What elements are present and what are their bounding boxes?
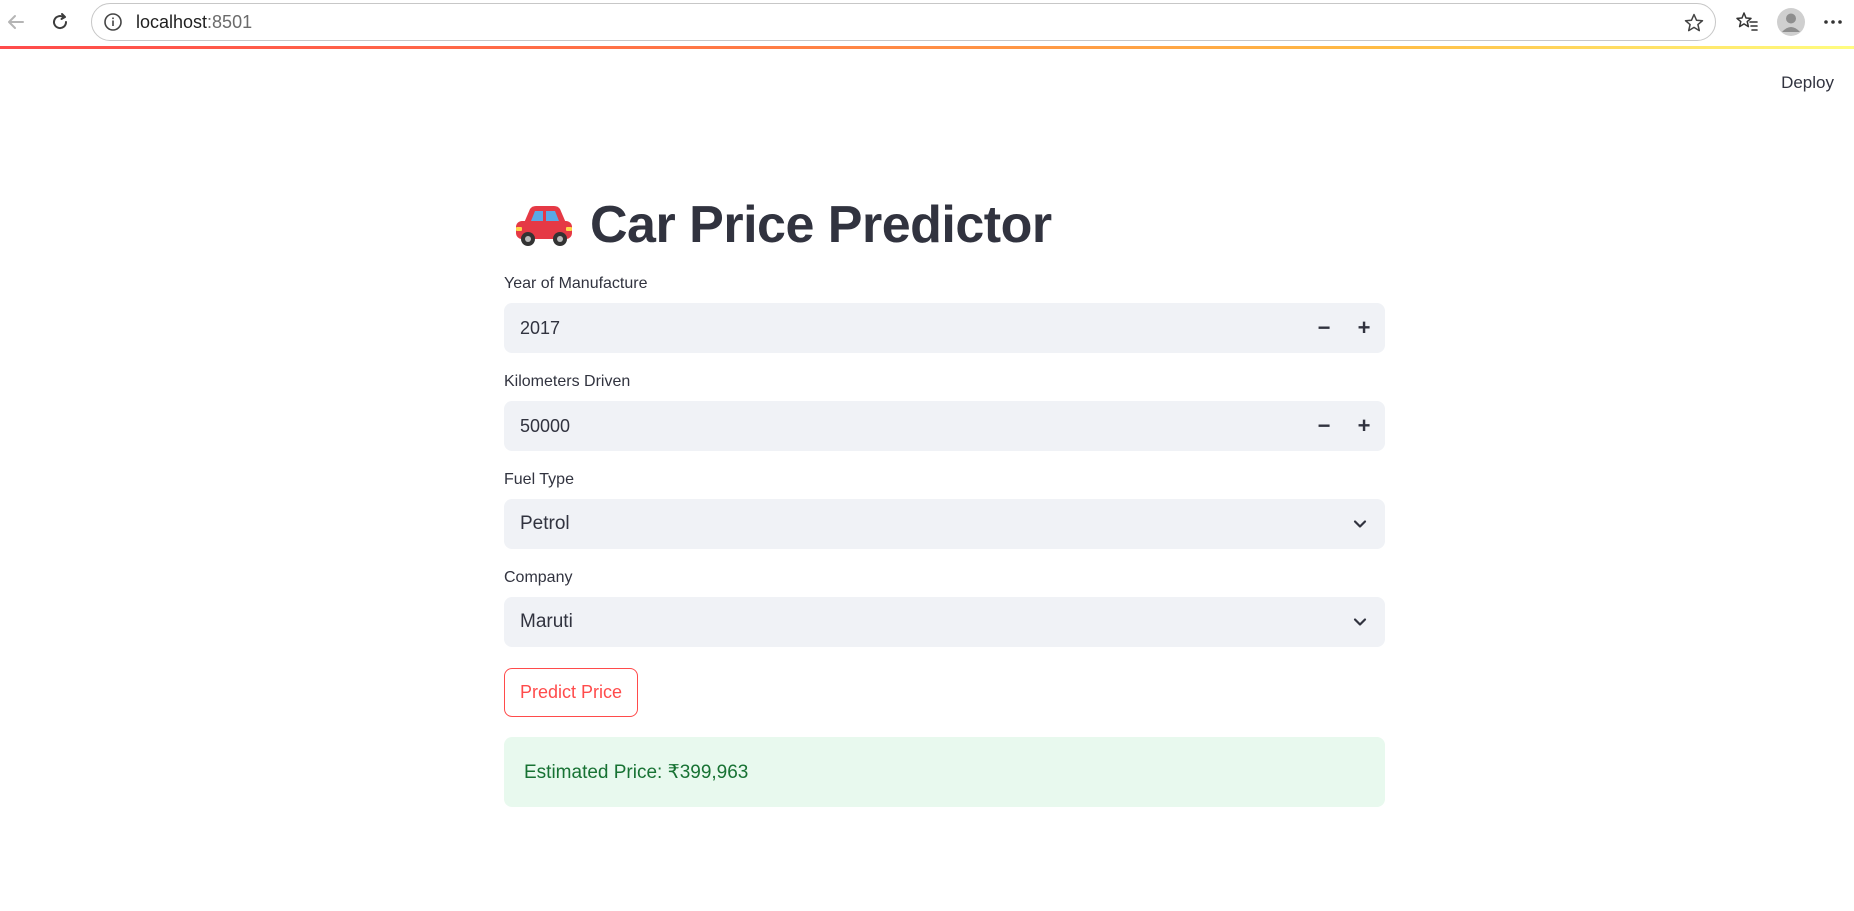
fuel-label: Fuel Type xyxy=(504,471,574,488)
main-content: Car Price Predictor Year of Manufacture … xyxy=(504,185,1385,807)
page-title-text: Car Price Predictor xyxy=(590,196,1052,254)
deploy-button[interactable]: Deploy xyxy=(1781,73,1834,93)
car-icon xyxy=(516,206,572,246)
info-icon[interactable] xyxy=(102,11,124,33)
company-select[interactable]: Maruti xyxy=(504,597,1385,647)
favorites-button[interactable] xyxy=(1731,6,1763,38)
km-decrement-button[interactable]: − xyxy=(1304,401,1344,451)
favorites-icon xyxy=(1736,12,1758,31)
km-label: Kilometers Driven xyxy=(504,373,631,390)
address-host: localhost xyxy=(136,11,208,32)
chevron-down-icon[interactable] xyxy=(1349,513,1371,535)
km-input[interactable]: 50000 − + xyxy=(504,401,1385,451)
address-bar[interactable]: localhost:8501 xyxy=(91,3,1716,41)
more-icon xyxy=(1824,20,1842,24)
km-increment-button[interactable]: + xyxy=(1344,401,1384,451)
predict-price-button[interactable]: Predict Price xyxy=(504,668,639,717)
chevron-down-icon[interactable] xyxy=(1349,611,1371,633)
company-label: Company xyxy=(504,569,573,586)
star-icon[interactable] xyxy=(1683,12,1705,34)
more-button[interactable] xyxy=(1817,6,1849,38)
estimated-price-text: Estimated Price: ₹399,963 xyxy=(524,761,749,783)
back-arrow-icon xyxy=(8,15,24,29)
year-value[interactable]: 2017 xyxy=(520,318,560,339)
reload-icon xyxy=(53,13,68,30)
page-title: Car Price Predictor xyxy=(504,185,1385,265)
status-decoration-bar xyxy=(0,46,1854,49)
profile-button[interactable] xyxy=(1775,6,1807,38)
address-text[interactable]: localhost:8501 xyxy=(136,12,252,33)
km-value[interactable]: 50000 xyxy=(520,416,570,437)
address-port: :8501 xyxy=(207,11,253,32)
browser-toolbar: localhost:8501 xyxy=(0,0,1854,45)
reload-button[interactable] xyxy=(44,6,76,38)
company-value: Maruti xyxy=(520,611,573,632)
year-input[interactable]: 2017 − + xyxy=(504,303,1385,353)
year-increment-button[interactable]: + xyxy=(1344,303,1384,353)
profile-icon xyxy=(1777,8,1805,36)
year-label: Year of Manufacture xyxy=(504,275,648,292)
fuel-value: Petrol xyxy=(520,513,570,534)
back-button[interactable] xyxy=(0,6,32,38)
result-alert: Estimated Price: ₹399,963 xyxy=(504,737,1385,807)
fuel-select[interactable]: Petrol xyxy=(504,499,1385,549)
year-decrement-button[interactable]: − xyxy=(1304,303,1344,353)
